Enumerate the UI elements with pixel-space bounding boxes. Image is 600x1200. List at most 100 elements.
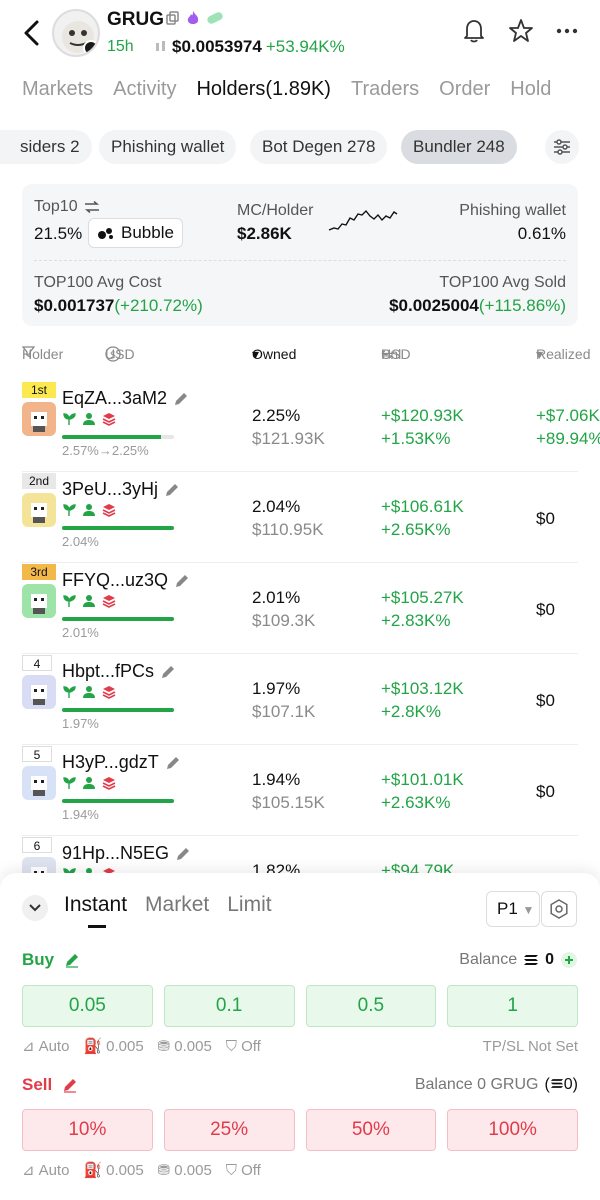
bubble-label: Bubble	[121, 223, 174, 242]
edit-icon[interactable]	[64, 952, 80, 968]
bubble-button[interactable]: Bubble	[88, 218, 183, 248]
holder-address-wrap: EqZA...3aM2	[62, 388, 189, 409]
preset-value: P1	[497, 899, 518, 918]
buy-amount-button[interactable]: 0.1	[163, 985, 295, 1027]
sell-priority-fee[interactable]: ⛽ 0.005	[83, 1161, 143, 1180]
edit-icon[interactable]	[160, 664, 176, 680]
buy-mev-option[interactable]: ⛉ Off	[226, 1038, 261, 1055]
holder-row[interactable]: 4 Hbpt...fPCs 1.97% 1.97% $107.1K +$103.12K +2…	[22, 655, 578, 745]
pill-icon	[207, 12, 223, 24]
bell-icon[interactable]	[462, 18, 486, 44]
owned-cell: 2.04% $110.95K	[252, 495, 324, 541]
buy-balance-value: 0	[545, 951, 554, 968]
chip-bot-degen[interactable]: Bot Degen 278	[250, 130, 388, 164]
sell-percent-button[interactable]: 10%	[22, 1109, 153, 1151]
bundle-stack-icon	[102, 686, 116, 699]
edit-icon[interactable]	[173, 391, 189, 407]
edit-icon[interactable]	[164, 482, 180, 498]
buy-priority-fee[interactable]: ⛽ 0.005	[83, 1037, 143, 1056]
token-avatar[interactable]	[52, 9, 100, 57]
realized-col-header[interactable]: Realized ▾	[536, 346, 590, 363]
flame-icon	[187, 11, 199, 24]
sell-mev-option[interactable]: ⛉ Off	[226, 1162, 261, 1179]
chip-insiders[interactable]: siders 2	[0, 130, 92, 164]
tab-holders[interactable]: Holders(1.89K)	[196, 78, 331, 101]
buy-auto-option[interactable]: ⊿ Auto	[22, 1037, 69, 1056]
holder-col-header[interactable]: Holder	[22, 346, 63, 362]
tab-limit[interactable]: Limit	[227, 893, 271, 917]
more-icon[interactable]	[556, 28, 578, 34]
pnl-cell: +$120.93K +1.53K%	[381, 404, 464, 450]
add-funds-icon[interactable]	[560, 951, 578, 969]
sell-auto-option[interactable]: ⊿ Auto	[22, 1161, 69, 1180]
tip-icon: ⛃	[157, 1038, 171, 1055]
holder-row[interactable]: 2nd 3PeU...3yHj 2.04% 2.04% $110.95K +$106.61…	[22, 473, 578, 563]
gear-icon	[550, 899, 568, 919]
collapse-panel-button[interactable]	[22, 895, 48, 921]
holder-address[interactable]: 3PeU...3yHj	[62, 479, 158, 500]
pnl-cell: +$106.61K +2.65K%	[381, 495, 464, 541]
pixel-avatar-icon	[31, 776, 47, 796]
holder-address[interactable]: EqZA...3aM2	[62, 388, 167, 409]
filter-settings-button[interactable]	[545, 130, 579, 164]
tab-market[interactable]: Market	[145, 893, 209, 917]
holder-row[interactable]: 3rd FFYQ...uz3Q 2.01% 2.01% $109.3K +$105.27K…	[22, 564, 578, 654]
copy-icon[interactable]	[166, 11, 180, 25]
edit-icon[interactable]	[175, 846, 191, 862]
preset-select[interactable]: P1 ▼	[486, 891, 540, 927]
token-header: GRUG 15h $0.0053974 +53.94K%	[0, 0, 600, 66]
holder-address[interactable]: 91Hp...N5EG	[62, 843, 169, 864]
buy-amount-button[interactable]: 0.5	[305, 985, 437, 1027]
holder-row[interactable]: 5 H3yP...gdzT 1.94% 1.94% $105.15K +$101.01K +…	[22, 746, 578, 836]
pnl-cell: +$101.01K +2.63K%	[381, 768, 464, 814]
holder-address[interactable]: H3yP...gdzT	[62, 752, 159, 773]
owned-usd: $109.3K	[252, 611, 316, 630]
holding-change: 1.97%	[62, 716, 99, 731]
edit-icon[interactable]	[62, 1077, 78, 1093]
holder-address[interactable]: FFYQ...uz3Q	[62, 570, 168, 591]
user-icon	[83, 777, 95, 789]
back-arrow-icon[interactable]	[20, 18, 44, 48]
swap-icon[interactable]	[84, 201, 100, 213]
edit-icon[interactable]	[174, 573, 190, 589]
tab-instant[interactable]: Instant	[64, 893, 127, 917]
owned-usd: $110.95K	[252, 520, 324, 539]
candle-icon	[156, 41, 165, 51]
chip-bundler[interactable]: Bundler 248	[401, 130, 517, 164]
chip-phishing-wallet[interactable]: Phishing wallet	[99, 130, 237, 164]
sell-percent-button[interactable]: 25%	[163, 1109, 295, 1151]
tab-traders[interactable]: Traders	[351, 78, 419, 101]
sell-percent-button[interactable]: 100%	[447, 1109, 578, 1151]
buy-amount-button[interactable]: 1	[447, 985, 578, 1027]
holder-row[interactable]: 1st EqZA...3aM2 2.57%→2.25% 2.25% $121.93K +$…	[22, 382, 600, 472]
tab-activity[interactable]: Activity	[113, 78, 176, 101]
tab-order[interactable]: Order	[439, 78, 490, 101]
tab-markets[interactable]: Markets	[22, 78, 93, 101]
holder-address[interactable]: Hbpt...fPCs	[62, 661, 154, 682]
mc-holder-value: $2.86K	[237, 224, 292, 243]
buy-tip-fee[interactable]: ⛃ 0.005	[157, 1037, 212, 1056]
sprout-icon	[63, 777, 76, 789]
edit-icon[interactable]	[165, 755, 181, 771]
slippage-icon: ⊿	[22, 1038, 35, 1055]
avg-cost-label: TOP100 Avg Cost	[34, 274, 162, 291]
rank-badge: 6	[22, 837, 52, 853]
star-icon[interactable]	[508, 18, 534, 44]
buy-amount-button[interactable]: 0.05	[22, 985, 153, 1027]
tab-hold[interactable]: Hold	[510, 78, 551, 101]
avg-sold-change: (+115.86%)	[478, 296, 566, 315]
tpsl-setting[interactable]: TP/SL Not Set	[483, 1038, 578, 1055]
pnl-percent: +1.53K%	[381, 429, 451, 448]
sol-icon	[550, 1079, 563, 1088]
order-type-tabs: Instant Market Limit	[64, 893, 272, 917]
top10-value: 21.5%	[34, 224, 83, 243]
sell-percent-button[interactable]: 50%	[305, 1109, 437, 1151]
settings-button[interactable]	[541, 891, 577, 927]
pixel-avatar-icon	[31, 594, 47, 614]
bundle-stack-icon	[102, 504, 116, 517]
realized-cell: $0	[536, 598, 555, 621]
pnl-usd: +$120.93K	[381, 406, 464, 425]
sell-tip-fee[interactable]: ⛃ 0.005	[158, 1161, 212, 1180]
usd-toggle[interactable]: USD $	[105, 346, 135, 362]
owned-col-header[interactable]: Owned ▾	[252, 346, 296, 363]
